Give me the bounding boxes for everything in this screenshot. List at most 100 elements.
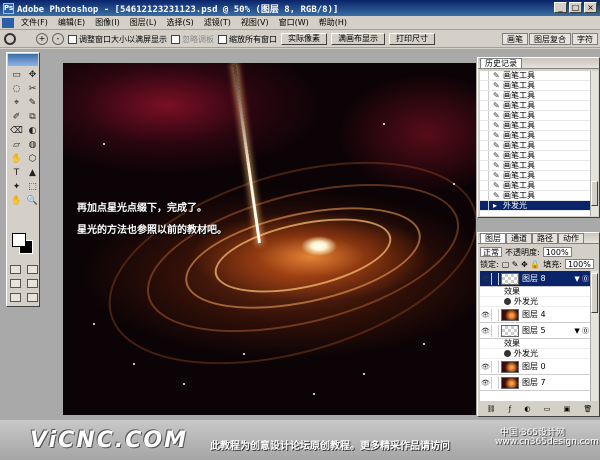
menu-filter[interactable]: 滤镜(T) (199, 17, 236, 28)
history-item[interactable]: ✎ 画笔工具 (480, 191, 592, 201)
menu-view[interactable]: 视图(V) (236, 17, 274, 28)
eye-icon[interactable]: 👁 (480, 379, 491, 387)
opacity-field[interactable]: 100% (542, 247, 572, 257)
menu-select[interactable]: 选择(S) (161, 17, 198, 28)
print-size-button[interactable]: 打印尺寸 (389, 33, 435, 45)
tab-layers[interactable]: 图层 (480, 233, 506, 243)
actual-pixels-button[interactable]: 实际像素 (281, 33, 327, 45)
history-item[interactable]: ✎ 画笔工具 (480, 181, 592, 191)
screen-mode-full-button[interactable] (27, 279, 38, 288)
layer-row[interactable]: 👁 图层 5 ▼ ⓪ (480, 323, 592, 339)
tab-layer-comps[interactable]: 图层复合 (529, 33, 571, 45)
screen-mode-standard-button[interactable] (10, 279, 21, 288)
zoom-all-checkbox[interactable]: 缩放所有窗口 (218, 34, 277, 45)
new-group-icon[interactable]: ▭ (544, 405, 551, 414)
pen-tool-icon[interactable]: ▲ (25, 167, 40, 180)
menu-edit[interactable]: 编辑(E) (53, 17, 90, 28)
history-item[interactable]: ✎ 画笔工具 (480, 141, 592, 151)
layer-link-box[interactable] (491, 360, 499, 373)
lock-icon[interactable]: ▢ ✎ ✥ 🔒 (502, 260, 541, 269)
document-canvas[interactable]: 再加点星光点缀下，完成了。 星光的方法也参照以前的教材吧。 (63, 63, 476, 415)
zoom-out-button[interactable]: - (52, 33, 64, 45)
history-item[interactable]: ✎ 画笔工具 (480, 81, 592, 91)
notes-tool-icon[interactable]: ✦ (9, 181, 24, 194)
adjustment-layer-icon[interactable]: ◐ (524, 405, 530, 414)
menu-file[interactable]: 文件(F) (16, 17, 53, 28)
jump-to-imageready-button-2[interactable] (27, 293, 38, 302)
new-layer-icon[interactable]: ▣ (564, 405, 571, 414)
hand-tool-icon[interactable]: ✋ (9, 195, 24, 208)
layers-scrollbar[interactable] (590, 271, 598, 401)
eye-icon[interactable]: 👁 (480, 311, 491, 319)
trash-icon[interactable]: 🗑 (583, 405, 592, 414)
move-tool-icon[interactable]: ✥ (25, 69, 40, 82)
eye-icon[interactable]: 👁 (480, 327, 491, 335)
link-layers-icon[interactable]: ⛓ (487, 405, 496, 414)
effect-row[interactable]: 外发光 (480, 349, 592, 359)
eyedropper-tool-icon[interactable]: ⬚ (25, 181, 40, 194)
clone-tool-icon[interactable]: ✐ (9, 111, 24, 124)
tab-history[interactable]: 历史记录 (480, 58, 522, 68)
scrollbar-thumb[interactable] (591, 181, 598, 206)
maximize-button[interactable]: □ (569, 2, 582, 13)
layer-row[interactable]: 👁 图层 8 ▼ ⓪ (480, 271, 592, 287)
history-item[interactable]: ✎ 画笔工具 (480, 121, 592, 131)
layer-effects-icon[interactable]: ▼ ⓪ (574, 274, 589, 284)
history-item[interactable]: ✎ 画笔工具 (480, 71, 592, 81)
history-item[interactable]: ✎ 画笔工具 (480, 171, 592, 181)
blend-mode-select[interactable]: 正常 (480, 247, 502, 257)
zoom-tool-icon[interactable]: 🔍 (25, 195, 40, 208)
shape-tool-icon[interactable]: ⬡ (25, 153, 40, 166)
eye-icon[interactable]: 👁 (480, 363, 491, 371)
layer-style-icon[interactable]: ƒ (509, 405, 511, 414)
layer-row[interactable]: 👁 图层 7 (480, 375, 592, 391)
tab-paths[interactable]: 路径 (532, 233, 558, 243)
tab-character[interactable]: 字符 (572, 33, 598, 45)
layer-link-box[interactable] (491, 324, 499, 337)
layer-link-box[interactable] (491, 308, 499, 321)
history-item[interactable]: ✎ 画笔工具 (480, 111, 592, 121)
layer-row[interactable]: 👁 图层 4 (480, 307, 592, 323)
zoom-in-button[interactable]: + (36, 33, 48, 45)
tab-actions[interactable]: 动作 (558, 233, 584, 243)
fill-field[interactable]: 100% (564, 259, 594, 269)
history-item[interactable]: ✎ 画笔工具 (480, 101, 592, 111)
path-select-icon[interactable]: ✋ (9, 153, 24, 166)
menu-layer[interactable]: 图层(L) (125, 17, 162, 28)
scrollbar-thumb[interactable] (591, 273, 598, 313)
heal-tool-icon[interactable]: ⌖ (9, 97, 24, 110)
effect-eye-icon[interactable] (504, 298, 511, 305)
quick-mask-button[interactable] (27, 265, 38, 274)
ignore-palettes-checkbox[interactable]: 忽略调板 (171, 34, 214, 45)
eraser-tool-icon[interactable]: ⌫ (9, 125, 24, 138)
close-button[interactable]: × (584, 2, 597, 13)
history-scrollbar[interactable] (590, 71, 598, 216)
foreground-color-swatch[interactable] (12, 233, 26, 247)
layer-row[interactable]: 👁 图层 0 (480, 359, 592, 375)
history-brush-icon[interactable]: ⧉ (25, 111, 40, 124)
effect-row[interactable]: 外发光 (480, 297, 592, 307)
standard-mode-button[interactable] (10, 265, 21, 274)
brush-tool-icon[interactable]: ✎ (25, 97, 40, 110)
menu-window[interactable]: 窗口(W) (274, 17, 314, 28)
history-item[interactable]: ✎ 画笔工具 (480, 131, 592, 141)
crop-tool-icon[interactable]: ✂ (25, 83, 40, 96)
gradient-tool-icon[interactable]: ◐ (25, 125, 40, 138)
menu-help[interactable]: 帮助(H) (314, 17, 352, 28)
effect-eye-icon[interactable] (504, 350, 511, 357)
layer-link-box[interactable] (491, 272, 499, 285)
lasso-tool-icon[interactable]: ◌ (9, 83, 24, 96)
tab-channels[interactable]: 通道 (506, 233, 532, 243)
blur-tool-icon[interactable]: ▱ (9, 139, 24, 152)
layer-effects-icon[interactable]: ▼ ⓪ (574, 326, 589, 336)
fit-screen-button[interactable]: 满画布显示 (331, 33, 385, 45)
history-item-selected[interactable]: ▸ 外发光 (480, 201, 592, 211)
type-tool-icon[interactable]: T (9, 167, 24, 180)
dodge-tool-icon[interactable]: ◍ (25, 139, 40, 152)
history-item[interactable]: ✎ 画笔工具 (480, 91, 592, 101)
tab-brushes[interactable]: 画笔 (502, 33, 528, 45)
history-item[interactable]: ✎ 画笔工具 (480, 151, 592, 161)
document-menu-icon[interactable] (2, 17, 14, 28)
resize-window-checkbox[interactable]: 调整窗口大小以满屏显示 (68, 34, 167, 45)
jump-to-imageready-button[interactable] (10, 293, 21, 302)
